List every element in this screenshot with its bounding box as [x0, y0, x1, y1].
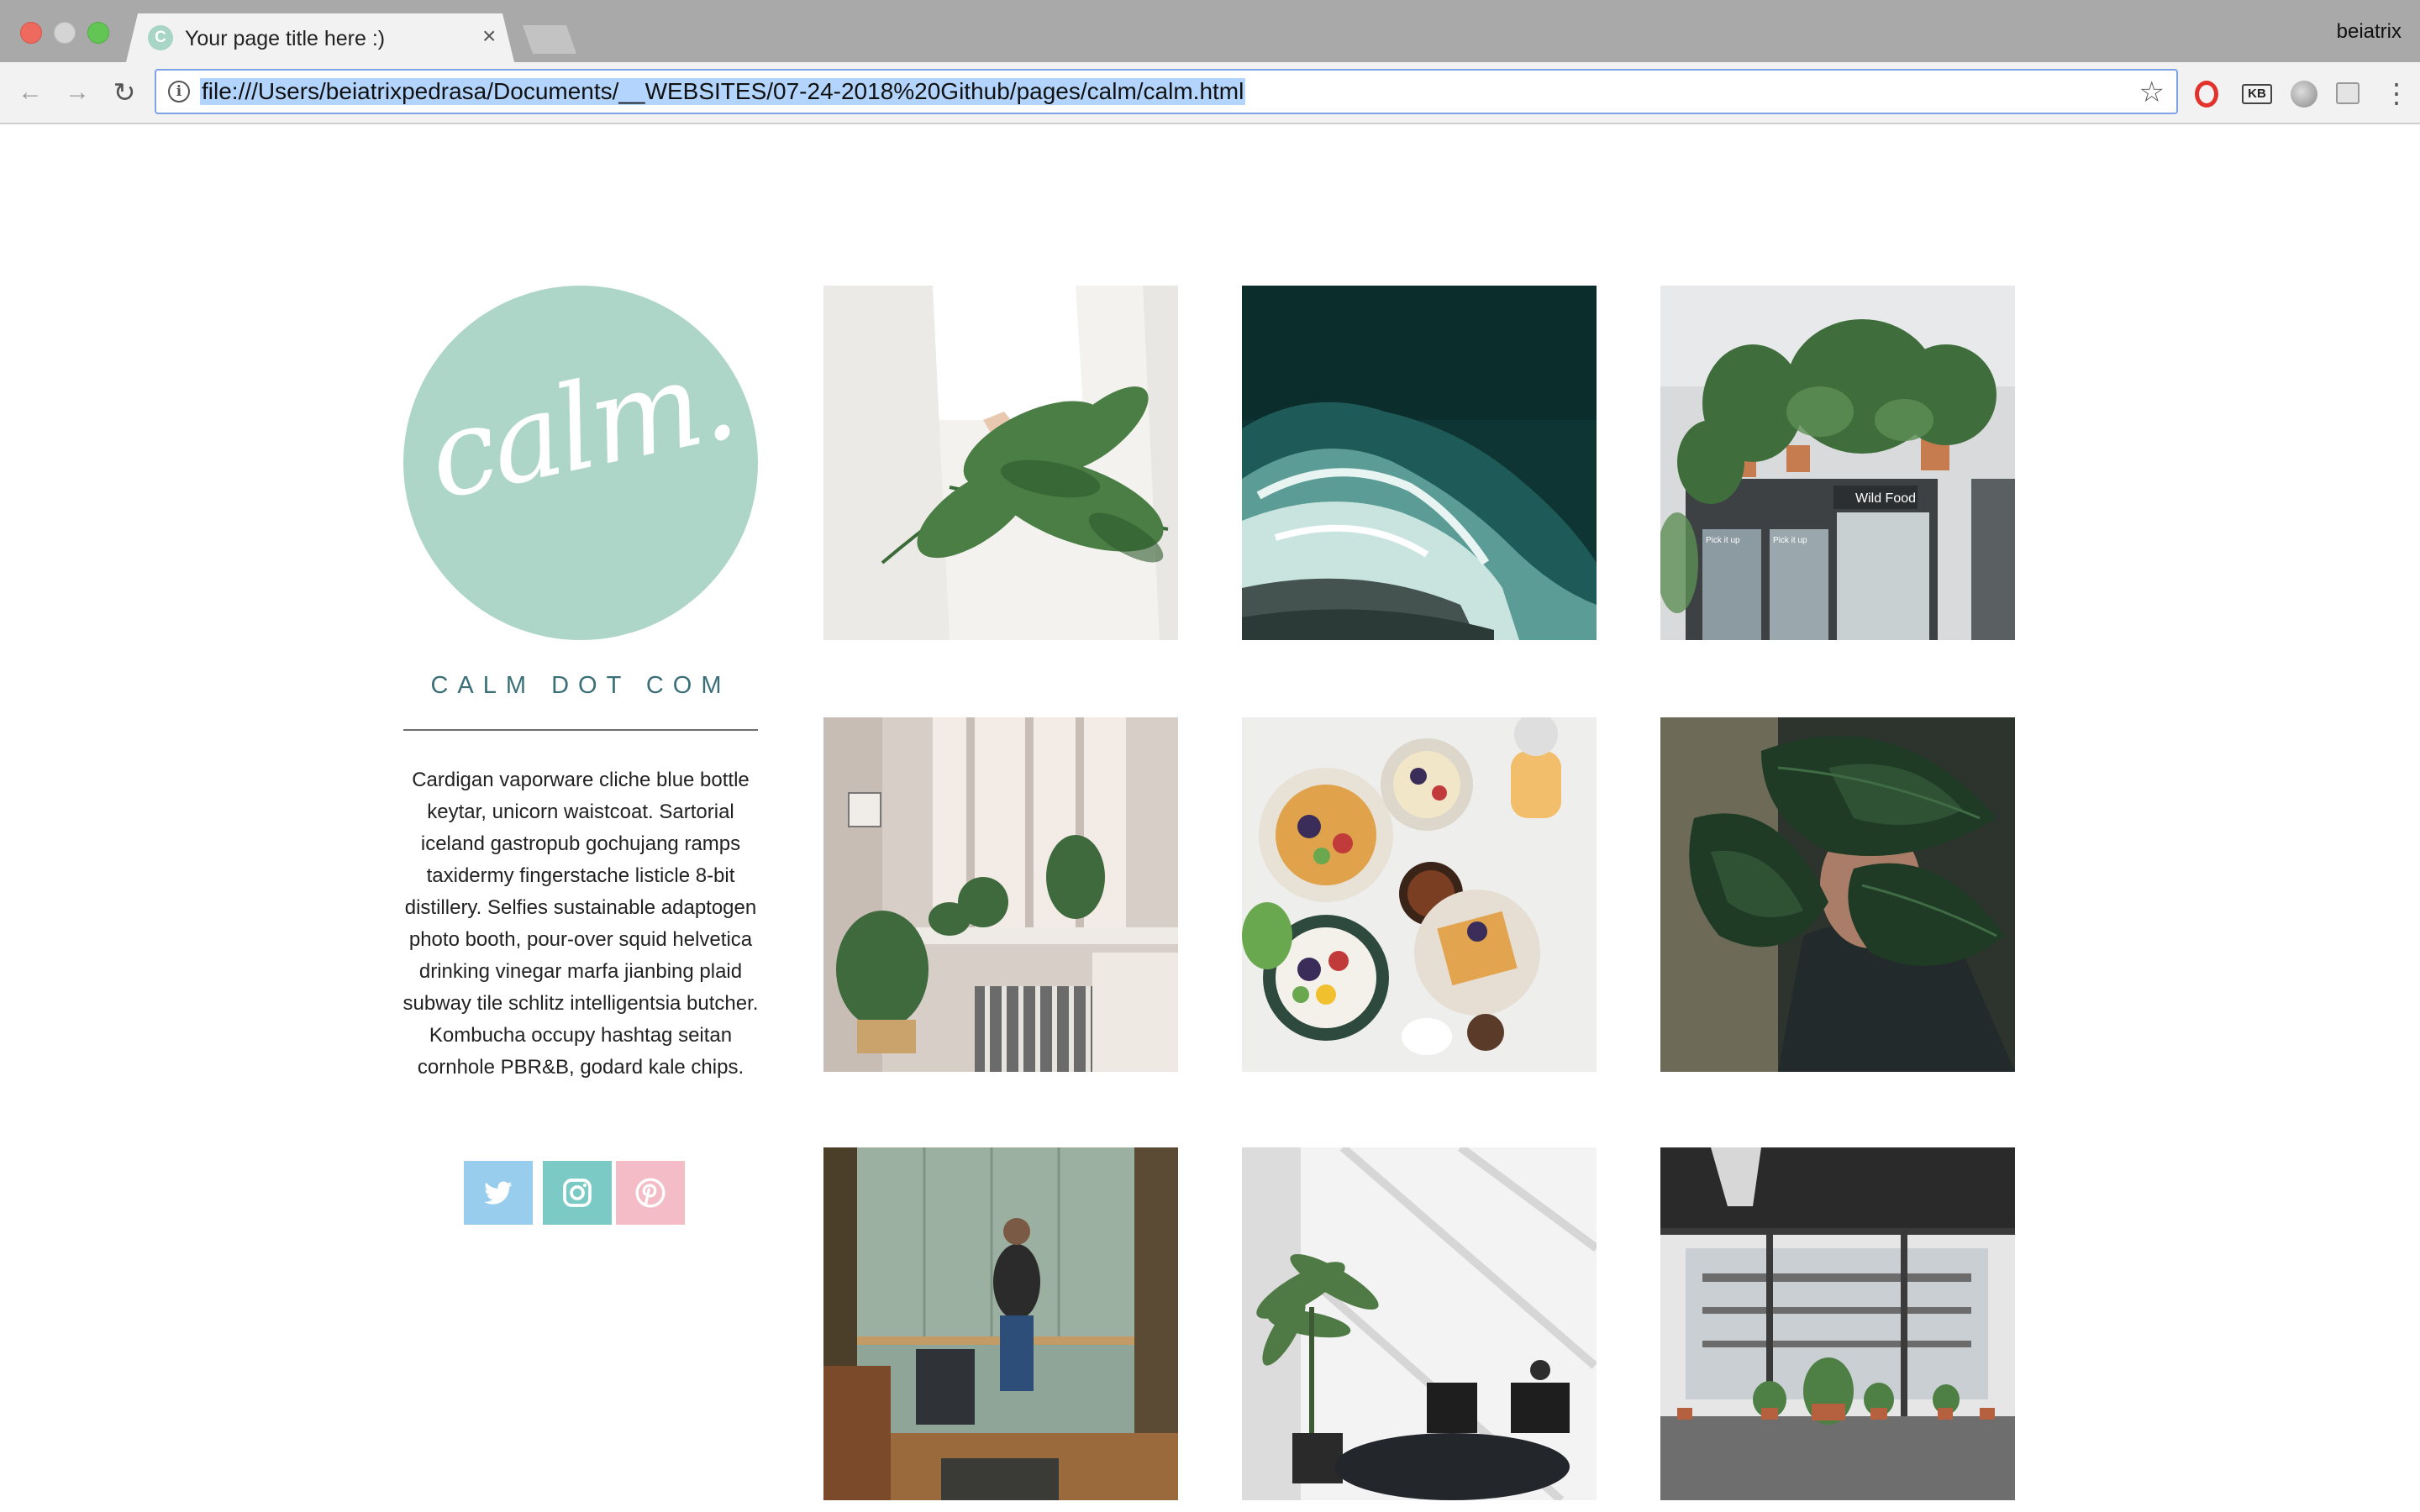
fridge-label-left: Pick it up	[1706, 536, 1740, 545]
photo-plants-fridges[interactable]: Wild Food Pick it up Pick it up	[1660, 286, 2015, 640]
ocean-waves-image	[1242, 286, 1597, 640]
monstera-face-image	[1660, 717, 2015, 1072]
photo-green-kitchen[interactable]	[823, 1147, 1178, 1500]
back-arrow-icon[interactable]: ←	[13, 76, 47, 109]
instagram-button[interactable]	[543, 1161, 612, 1225]
fern-person-image	[823, 286, 1178, 640]
photo-breakfast-bowls[interactable]	[1242, 717, 1597, 1072]
new-tab-button[interactable]	[523, 25, 576, 54]
photo-fern-person[interactable]	[823, 286, 1178, 640]
tab-close-icon[interactable]: ×	[482, 24, 496, 49]
tab-title: Your page title here :)	[185, 27, 386, 50]
twitter-icon	[484, 1181, 513, 1205]
pinterest-button[interactable]	[616, 1161, 685, 1225]
photo-ocean-waves[interactable]	[1242, 286, 1597, 640]
browser-toolbar: ← → ↻ i file:///Users/beiatrixpedrasa/Do…	[0, 62, 2420, 124]
palm-window-image	[1242, 1147, 1597, 1500]
circle-extension-icon[interactable]	[2291, 81, 2317, 108]
kb-icon[interactable]: KB	[2242, 84, 2272, 104]
browser-title-bar: C Your page title here :) × beiatrix	[0, 0, 2420, 62]
site-info-icon[interactable]: i	[168, 81, 190, 102]
window-close-button[interactable]	[20, 22, 42, 44]
calm-logo: calm.	[403, 286, 758, 640]
pinterest-icon	[635, 1178, 666, 1208]
photo-windowsill-plants[interactable]	[1660, 1147, 2015, 1500]
square-extension-icon[interactable]	[2336, 82, 2360, 104]
window-plants-image	[823, 717, 1178, 1072]
window-maximize-button[interactable]	[87, 22, 109, 44]
logo-script-text: calm.	[417, 328, 744, 528]
favicon-icon: C	[148, 25, 173, 50]
forward-arrow-icon[interactable]: →	[60, 76, 94, 109]
bio-text: Cardigan vaporware cliche blue bottle ke…	[402, 769, 759, 1079]
profile-name[interactable]: beiatrix	[2337, 20, 2402, 44]
bookmark-star-icon[interactable]: ☆	[2139, 76, 2165, 109]
plants-fridges-image: Wild Food Pick it up Pick it up	[1660, 286, 2015, 640]
windowsill-image	[1660, 1147, 2015, 1500]
browser-tab-active[interactable]: C Your page title here :) ×	[126, 13, 514, 62]
divider	[403, 729, 758, 731]
photo-palm-window[interactable]	[1242, 1147, 1597, 1500]
kitchen-image	[823, 1147, 1178, 1500]
fridge-sign: Wild Food	[1855, 491, 1916, 506]
photo-monstera-face[interactable]	[1660, 717, 2015, 1072]
breakfast-image	[1242, 717, 1597, 1072]
instagram-icon	[563, 1179, 592, 1207]
window-minimize-button[interactable]	[54, 22, 76, 44]
fridge-label-right: Pick it up	[1773, 536, 1807, 545]
reload-icon[interactable]: ↻	[108, 76, 141, 109]
address-bar[interactable]: i file:///Users/beiatrixpedrasa/Document…	[155, 69, 2178, 114]
photo-window-plants[interactable]	[823, 717, 1178, 1072]
twitter-button[interactable]	[464, 1161, 533, 1225]
brand-name: CALM DOT COM	[430, 672, 731, 699]
url-text[interactable]: file:///Users/beiatrixpedrasa/Documents/…	[200, 78, 1246, 105]
browser-menu-icon[interactable]: ⋮	[2383, 79, 2410, 108]
opera-icon[interactable]	[2195, 81, 2218, 108]
